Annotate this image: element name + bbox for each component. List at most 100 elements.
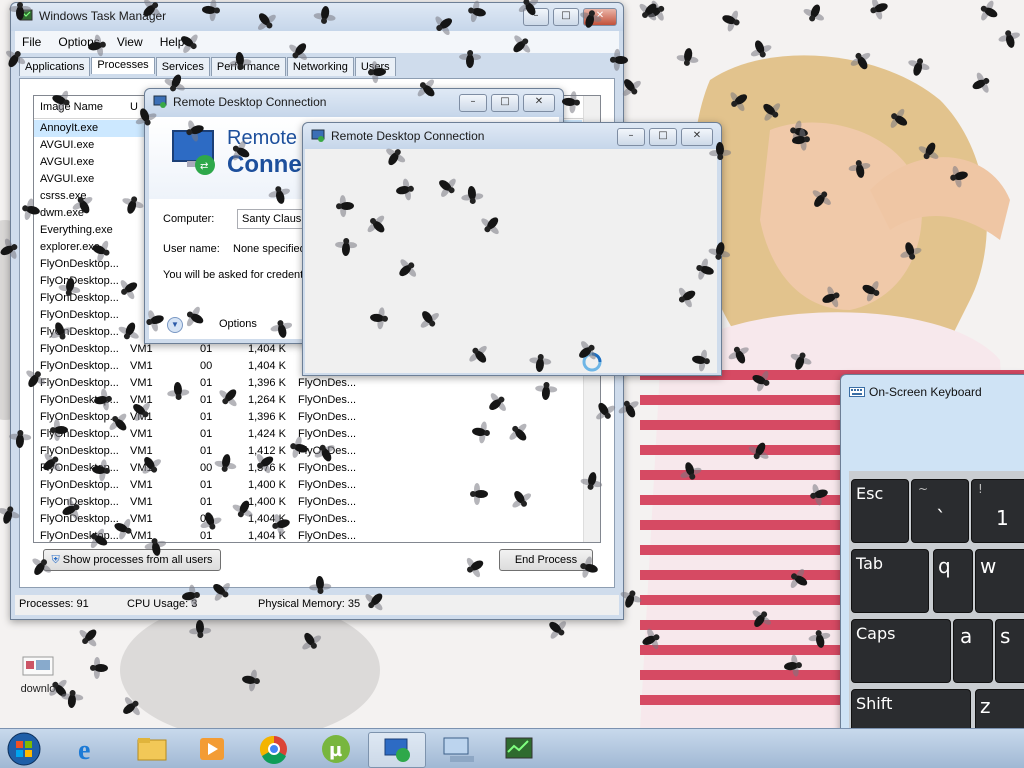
remote-desktop-icon[interactable] [368, 732, 426, 768]
maximize-button[interactable]: □ [649, 128, 677, 146]
svg-text:⇄: ⇄ [200, 161, 208, 172]
file-explorer-icon[interactable] [124, 732, 180, 766]
process-user: VM1 [130, 462, 153, 474]
menu-bar: File Options View Help [15, 31, 619, 53]
process-cpu: 01 [200, 377, 213, 389]
start-orb[interactable] [6, 731, 42, 767]
task-manager-icon [19, 9, 33, 21]
process-cpu: 00 [200, 462, 213, 474]
status-cpu-usage: CPU Usage: 3 [127, 598, 198, 610]
close-button[interactable]: ✕ [523, 94, 555, 112]
task-manager-icon[interactable] [492, 732, 548, 766]
menu-view[interactable]: View [110, 31, 150, 53]
menu-file[interactable]: File [15, 31, 48, 53]
process-name: FlyOnDesktop... [40, 428, 119, 440]
rdc-titlebar[interactable]: Remote Desktop Connection – □ ✕ [303, 123, 721, 149]
process-cpu: 01 [200, 445, 213, 457]
keyboard-panel: Esc ~ ` ! 1 @ 2 Tab q w Caps a s Shift z [849, 471, 1024, 768]
internet-explorer-icon[interactable]: e [62, 732, 118, 766]
media-player-icon[interactable] [184, 732, 240, 766]
column-image-name[interactable]: Image Name [40, 101, 103, 113]
tab-applications[interactable]: Applications [19, 57, 91, 76]
key-a[interactable]: a [953, 619, 993, 683]
process-memory: 1,404 K [248, 513, 286, 525]
table-row[interactable]: FlyOnDesktop... VM1 01 1,400 K FlyOnDes... [34, 494, 582, 511]
maximize-button[interactable]: □ [553, 8, 579, 26]
on-screen-keyboard-window[interactable]: On-Screen Keyboard Esc ~ ` ! 1 @ 2 Tab q… [840, 374, 1024, 768]
fly-icon [870, 0, 888, 20]
table-row[interactable]: FlyOnDesktop... VM1 01 1,424 K FlyOnDes... [34, 426, 582, 443]
process-cpu: 01 [200, 343, 213, 355]
tab-networking[interactable]: Networking [286, 57, 354, 76]
fly-icon [980, 0, 998, 21]
chrome-icon[interactable] [246, 732, 302, 766]
minimize-button[interactable]: – [523, 8, 549, 26]
status-processes: Processes: 91 [19, 598, 89, 610]
process-description: FlyOnDes... [298, 445, 357, 457]
menu-help[interactable]: Help [153, 31, 192, 53]
desktop-icon-download[interactable]: downlo [12, 656, 64, 695]
table-row[interactable]: FlyOnDesktop... VM1 00 1,376 K FlyOnDes... [34, 460, 582, 477]
process-user: VM1 [130, 530, 153, 542]
menu-options[interactable]: Options [51, 31, 106, 53]
user-name-label: User name: [163, 243, 220, 255]
tab-users[interactable]: Users [354, 57, 396, 76]
show-options-chevron-icon[interactable]: ▼ [167, 317, 183, 333]
key-caps[interactable]: Caps [851, 619, 951, 683]
process-memory: 1,404 K [248, 530, 286, 542]
table-row[interactable]: FlyOnDesktop... VM1 01 1,264 K FlyOnDes... [34, 392, 582, 409]
key-q[interactable]: q [933, 549, 973, 613]
process-memory: 1,412 K [248, 445, 286, 457]
table-row[interactable]: FlyOnDesktop... VM1 01 1,412 K FlyOnDes... [34, 443, 582, 460]
show-all-processes-button[interactable]: ⛨ Show processes from all users [43, 549, 221, 571]
process-cpu: 01 [200, 496, 213, 508]
remote-desktop-dialog-large[interactable]: Remote Desktop Connection – □ ✕ [302, 122, 722, 376]
key-1[interactable]: ! 1 [971, 479, 1024, 543]
rdc-titlebar[interactable]: Remote Desktop Connection – □ ✕ [145, 89, 563, 117]
end-process-button[interactable]: End Process [499, 549, 593, 571]
fly-icon [90, 656, 108, 679]
key-tab[interactable]: Tab [851, 549, 929, 613]
keyboard-icon [849, 387, 865, 397]
process-name: explorer.exe [40, 241, 100, 253]
table-row[interactable]: FlyOnDesktop... VM1 01 1,404 K FlyOnDes... [34, 511, 582, 528]
key-esc[interactable]: Esc [851, 479, 909, 543]
close-button[interactable]: ✕ [583, 8, 617, 26]
image-file-icon [22, 656, 54, 676]
column-user-name[interactable]: U [130, 101, 138, 113]
table-row[interactable]: FlyOnDesktop... VM1 01 1,396 K FlyOnDes... [34, 409, 582, 426]
desktop-icon-label: downlo [20, 683, 56, 695]
key-w[interactable]: w [975, 549, 1024, 613]
remote-desktop-icon [153, 95, 167, 108]
tab-services[interactable]: Services [155, 57, 210, 76]
show-options-link[interactable]: Options [219, 318, 257, 330]
table-row[interactable]: FlyOnDesktop... VM1 01 1,404 K FlyOnDes... [34, 528, 582, 542]
table-row[interactable]: FlyOnDesktop... VM1 01 1,396 K FlyOnDes... [34, 375, 582, 392]
process-name: FlyOnDesktop... [40, 258, 119, 270]
process-user: VM1 [130, 360, 153, 372]
process-cpu: 01 [200, 513, 213, 525]
minimize-button[interactable]: – [459, 94, 487, 112]
process-name: FlyOnDesktop... [40, 479, 119, 491]
table-row[interactable]: FlyOnDesktop... VM1 01 1,400 K FlyOnDes... [34, 477, 582, 494]
fly-icon [79, 629, 97, 647]
process-user: VM1 [130, 445, 153, 457]
process-user: VM1 [130, 479, 153, 491]
utorrent-icon[interactable]: µ [308, 732, 364, 766]
process-cpu: 01 [200, 411, 213, 423]
window-title: Remote Desktop Connection [173, 95, 327, 109]
tab-processes[interactable]: Processes [91, 57, 155, 74]
computer-icon[interactable] [430, 732, 486, 766]
svg-text:e: e [78, 735, 90, 766]
process-name: FlyOnDesktop... [40, 394, 119, 406]
minimize-button[interactable]: – [617, 128, 645, 146]
task-manager-titlebar[interactable]: Windows Task Manager – □ ✕ [11, 3, 623, 31]
process-memory: 1,396 K [248, 377, 286, 389]
key-tilde[interactable]: ~ ` [911, 479, 969, 543]
key-s[interactable]: s [995, 619, 1024, 683]
key-1-top: ! [978, 482, 983, 496]
fly-icon [639, 3, 657, 21]
maximize-button[interactable]: □ [491, 94, 519, 112]
tab-performance[interactable]: Performance [210, 57, 286, 76]
close-button[interactable]: ✕ [681, 128, 713, 146]
